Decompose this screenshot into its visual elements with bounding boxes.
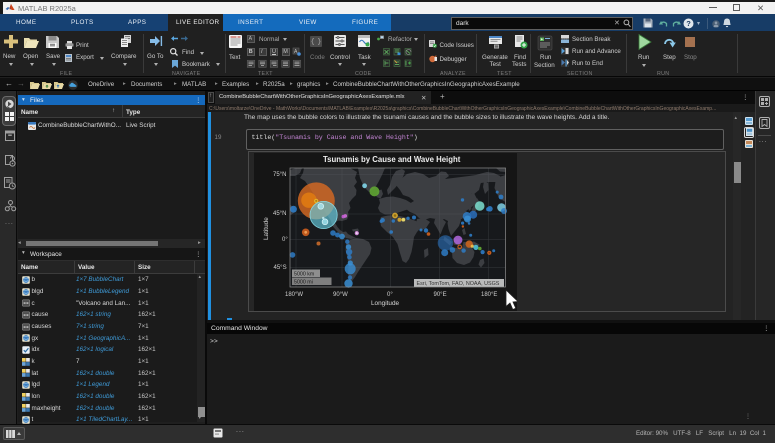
svg-text:5000 mi: 5000 mi — [294, 279, 313, 285]
svg-text:Esri, TomTom, FAO, NOAA, USGS: Esri, TomTom, FAO, NOAA, USGS — [416, 281, 499, 287]
svg-text:5000 km: 5000 km — [294, 271, 315, 277]
svg-text:?: ? — [686, 19, 691, 28]
